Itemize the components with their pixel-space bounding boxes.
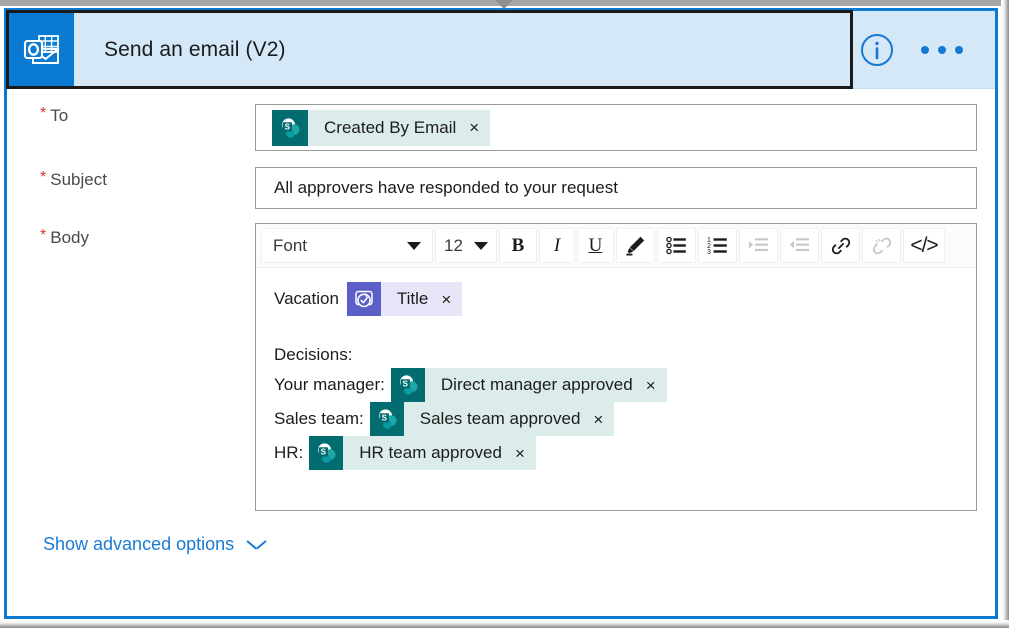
token-label: Created By Email xyxy=(324,117,457,137)
italic-button[interactable]: I xyxy=(539,228,575,263)
editor-line: Your manager: S Direct manager approved … xyxy=(274,368,958,402)
flow-connector-arrow-icon xyxy=(495,0,513,9)
highlighter-pen-icon[interactable] xyxy=(616,228,655,263)
more-options-icon[interactable] xyxy=(911,28,973,72)
token-body: Direct manager approved × xyxy=(424,368,667,402)
insert-link-icon[interactable] xyxy=(821,228,860,263)
subject-label: * Subject xyxy=(40,170,107,190)
editor-line-text: Decisions: xyxy=(274,345,353,365)
editor-line-text: Your manager: xyxy=(274,375,385,395)
card-title: Send an email (V2) xyxy=(104,37,286,61)
subject-input[interactable]: All approvers have responded to your req… xyxy=(255,167,977,209)
more-dot xyxy=(921,46,929,54)
sharepoint-icon: S xyxy=(309,436,344,470)
required-marker: * xyxy=(40,105,47,122)
body-label-text: Body xyxy=(50,228,89,247)
increase-indent-icon[interactable] xyxy=(739,228,778,263)
remove-token-icon[interactable]: × xyxy=(646,377,656,394)
editor-line-text: Vacation xyxy=(274,289,339,309)
editor-toolbar: Font 12 B I U 1 2 3 </> xyxy=(256,224,976,268)
code-view-button[interactable]: </> xyxy=(903,228,945,263)
font-family-dropdown[interactable]: Font xyxy=(261,228,433,263)
editor-line-text: HR: xyxy=(274,443,304,463)
editor-line: Decisions: xyxy=(274,342,958,368)
dynamic-token-hr-team-approved[interactable]: S HR team approved × xyxy=(309,436,536,470)
body-label: * Body xyxy=(40,228,89,248)
screen-canvas: Send an email (V2) * To S Created By Ema… xyxy=(0,0,1009,628)
font-family-value: Font xyxy=(273,235,308,255)
card-header-actions xyxy=(855,11,995,89)
chevron-down-icon xyxy=(474,241,488,250)
required-marker: * xyxy=(40,169,47,186)
remove-token-icon[interactable]: × xyxy=(441,291,451,308)
card-header: Send an email (V2) xyxy=(6,10,995,89)
sharepoint-icon: S xyxy=(390,368,425,402)
editor-line: Sales team: S Sales team approved × xyxy=(274,402,958,436)
underline-button[interactable]: U xyxy=(577,228,614,263)
info-circle-icon[interactable] xyxy=(855,28,899,72)
body-rich-text-editor[interactable]: Font 12 B I U 1 2 3 </> Vacation Title ×… xyxy=(255,223,977,511)
bulleted-list-icon[interactable] xyxy=(657,228,696,263)
token-body: Created By Email × xyxy=(308,109,491,146)
token-label: Sales team approved xyxy=(419,409,581,429)
svg-text:S: S xyxy=(403,379,409,388)
subject-value: All approvers have responded to your req… xyxy=(274,178,618,197)
editor-line-text: Sales team: xyxy=(274,409,364,429)
remove-link-icon[interactable] xyxy=(862,228,901,263)
token-body: HR team approved × xyxy=(343,436,536,470)
send-email-action-card: Send an email (V2) * To S Created By Ema… xyxy=(4,8,998,619)
numbered-list-icon[interactable]: 1 2 3 xyxy=(698,228,737,263)
body-field-label-row: * Body xyxy=(40,228,89,248)
token-label: Title xyxy=(396,289,429,309)
svg-text:S: S xyxy=(285,122,291,131)
editor-line: HR: S HR team approved × xyxy=(274,436,958,470)
subject-field-label-row: * Subject xyxy=(40,170,107,190)
editor-line: Vacation Title × xyxy=(274,282,958,316)
remove-token-icon[interactable]: × xyxy=(515,445,525,462)
show-advanced-options-label: Show advanced options xyxy=(43,534,235,554)
to-input[interactable]: S Created By Email × xyxy=(255,104,977,151)
dynamic-token-created-by-email[interactable]: S Created By Email × xyxy=(272,109,491,146)
font-size-dropdown[interactable]: 12 xyxy=(435,228,497,263)
token-body: Sales team approved × xyxy=(403,402,615,436)
outlook-icon xyxy=(9,13,74,86)
page-right-edge xyxy=(1001,0,1009,628)
dynamic-token-sales-team-approved[interactable]: S Sales team approved × xyxy=(369,402,615,436)
approvals-icon xyxy=(346,282,381,316)
sharepoint-icon: S xyxy=(369,402,404,436)
token-label: Direct manager approved xyxy=(440,375,633,395)
card-header-selected-region[interactable]: Send an email (V2) xyxy=(6,10,853,89)
svg-text:S: S xyxy=(321,447,327,456)
page-bottom-edge xyxy=(0,620,1009,628)
show-advanced-options-button[interactable]: Show advanced options xyxy=(43,534,266,555)
chevron-down-icon xyxy=(407,241,421,250)
svg-text:S: S xyxy=(381,413,387,422)
token-body: Title × xyxy=(380,282,463,316)
chevron-down-icon xyxy=(247,539,266,550)
dynamic-token-direct-manager-approved[interactable]: S Direct manager approved × xyxy=(390,368,667,402)
to-field-label-row: * To xyxy=(40,106,68,126)
svg-text:3: 3 xyxy=(707,249,711,256)
more-dot xyxy=(955,46,963,54)
to-label-text: To xyxy=(50,106,69,125)
decrease-indent-icon[interactable] xyxy=(780,228,819,263)
editor-blank-line xyxy=(274,316,958,342)
editor-content[interactable]: Vacation Title × Decisions: Your manager… xyxy=(256,268,976,510)
font-size-value: 12 xyxy=(444,235,463,255)
dynamic-token-title[interactable]: Title × xyxy=(346,282,463,316)
token-label: HR team approved xyxy=(359,443,502,463)
more-dot xyxy=(938,46,946,54)
required-marker: * xyxy=(40,227,47,244)
sharepoint-icon: S xyxy=(272,109,308,146)
remove-token-icon[interactable]: × xyxy=(593,411,603,428)
to-label: * To xyxy=(40,106,68,126)
subject-label-text: Subject xyxy=(50,170,107,189)
remove-token-icon[interactable]: × xyxy=(469,119,479,136)
card-body: * To S Created By Email × * Subject All … xyxy=(7,89,995,616)
bold-button[interactable]: B xyxy=(499,228,537,263)
